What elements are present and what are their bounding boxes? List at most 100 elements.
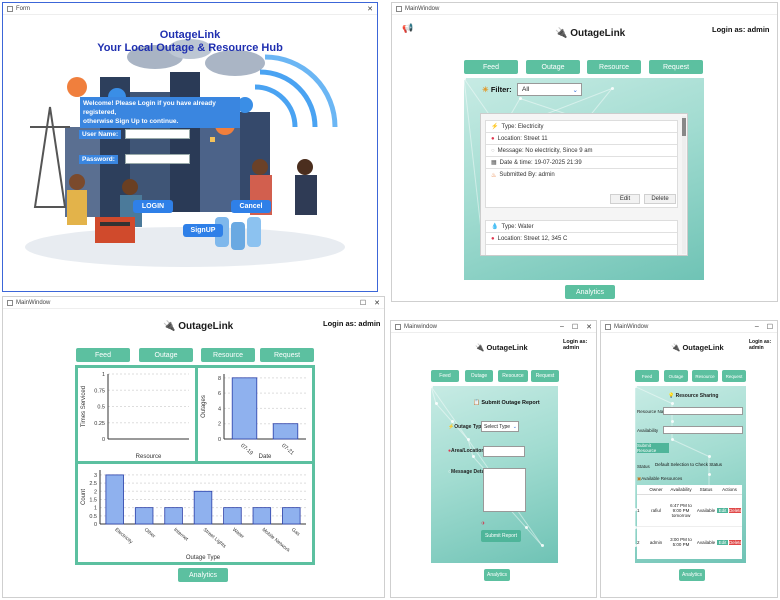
nav-feed-button[interactable]: Feed — [76, 348, 130, 362]
row-edit-button[interactable]: Edit — [717, 508, 728, 513]
signup-button[interactable]: SignUP — [183, 224, 223, 237]
nav-outage-button[interactable]: Outage — [465, 370, 493, 382]
status-select[interactable]: Default Selection to Check Status — [655, 462, 737, 470]
analytics-button[interactable]: Analytics — [178, 568, 228, 582]
nav-resource-button[interactable]: Resource — [692, 370, 718, 382]
username-input[interactable] — [125, 129, 190, 139]
chevron-down-icon: ⌄ — [512, 423, 517, 430]
bar — [134, 507, 154, 525]
plug-icon: 🔌 — [671, 343, 681, 352]
network-node — [611, 87, 614, 90]
app-name: 🔌 OutageLink — [555, 28, 625, 39]
y-tick-label: 2 — [94, 489, 97, 495]
network-node — [472, 455, 475, 458]
bar — [282, 507, 301, 525]
nav-feed-button[interactable]: Feed — [635, 370, 659, 382]
close-icon[interactable]: ✕ — [367, 5, 373, 13]
minimize-icon[interactable]: – — [755, 323, 759, 330]
app-name-text: OutageLink — [486, 343, 528, 352]
analytics-button[interactable]: Analytics — [565, 285, 615, 299]
table-row[interactable]: 2 admin 3:00 PM to 5:00 PM Available Edi… — [637, 527, 742, 557]
nav-outage-button[interactable]: Outage — [526, 60, 580, 74]
outage-type-select-value: Select Type — [484, 423, 511, 430]
illustration-svg — [25, 39, 345, 267]
edit-button[interactable]: Edit — [610, 194, 640, 204]
nav-request-button[interactable]: Request — [722, 370, 746, 382]
nav-request-button[interactable]: Request — [260, 348, 314, 362]
row-delete-button[interactable]: Delete — [729, 508, 742, 513]
nav-feed-button[interactable]: Feed — [431, 370, 459, 382]
scrollbar[interactable] — [682, 116, 686, 254]
analytics-button[interactable]: Analytics — [679, 569, 705, 581]
analytics-button[interactable]: Analytics — [484, 569, 510, 581]
submit-report-button[interactable]: Submit Report — [481, 530, 521, 542]
maximize-icon[interactable]: ☐ — [360, 299, 366, 307]
row-delete-button[interactable]: Delete — [729, 539, 742, 545]
table-row[interactable]: 1 rafiul 6:47 PM to 9:00 PM tomorrow Ava… — [637, 495, 742, 527]
app-name-text: OutageLink — [178, 321, 234, 332]
available-resources-text: Available Resources — [641, 476, 683, 481]
welcome-message: Welcome! Please Login if you have alread… — [80, 97, 240, 128]
post-card: ⚡ Type: Electricity ● Location: Street 11 … — [485, 120, 678, 208]
filter-select[interactable]: All ⌄ — [517, 83, 582, 96]
nav-outage-button[interactable]: Outage — [664, 370, 688, 382]
x-tick-label: 07-21 — [280, 443, 295, 457]
network-line — [525, 527, 543, 546]
row-index: 1 — [637, 508, 640, 513]
post-submitted-text: Submitted By: admin — [499, 172, 555, 178]
availability-input[interactable] — [663, 426, 743, 434]
table-header-actions: Actions — [722, 487, 737, 492]
clipboard-icon: 📋 — [473, 400, 480, 406]
post-message-text: Message: No electricity, Since 9 am — [497, 147, 593, 154]
nav-resource-button[interactable]: Resource — [201, 348, 255, 362]
submit-resource-button[interactable]: Submit Resource — [637, 443, 669, 453]
y-tick-label: 4 — [218, 406, 221, 412]
nav-request-button[interactable]: Request — [531, 370, 559, 382]
feed-titlebar: MainWindow — [392, 3, 777, 15]
area-input[interactable] — [483, 446, 525, 457]
post-type-text: Type: Water — [501, 223, 534, 230]
minimize-icon[interactable]: – — [560, 323, 564, 330]
network-node — [708, 473, 711, 476]
resource-header: 💡 Resource Sharing — [668, 393, 718, 399]
cancel-button[interactable]: Cancel — [231, 200, 271, 213]
outage-type-select[interactable]: Select Type ⌄ — [481, 421, 519, 432]
table-header-row: Owner Availability Status Actions — [637, 485, 742, 495]
plug-icon: 🔌 — [475, 343, 485, 352]
nav-resource-button[interactable]: Resource — [587, 60, 641, 74]
feed-scroll-area[interactable]: ⚡ Type: Electricity ● Location: Street 11 … — [480, 113, 688, 256]
y-axis-label: Count — [81, 489, 87, 505]
megaphone-icon[interactable]: 📢 — [402, 23, 413, 34]
message-textarea[interactable] — [483, 468, 526, 512]
y-tick-label: 2 — [218, 422, 221, 428]
bar — [252, 507, 272, 525]
submit-window: Mainwindow – ☐ ✕ 🔌 OutageLink Login as: … — [390, 320, 597, 598]
nav-outage-button[interactable]: Outage — [139, 348, 193, 362]
resource-name-input[interactable] — [663, 407, 743, 415]
scrollbar-thumb[interactable] — [682, 118, 686, 136]
maximize-icon[interactable]: ☐ — [767, 323, 773, 331]
filter-label: Filter: — [490, 85, 512, 94]
close-icon[interactable]: ✕ — [586, 323, 592, 331]
login-button[interactable]: LOGIN — [133, 200, 173, 213]
available-resources-label: ▣Available Resources — [637, 476, 682, 482]
post-type: 💧 Type: Water — [486, 221, 677, 233]
nav-feed-button[interactable]: Feed — [464, 60, 518, 74]
chart-outage-type-count: 0 0.5 1 1.5 2 2.5 3 Electricity Other Internet Str… — [78, 464, 312, 562]
row-status: Available — [696, 539, 716, 545]
nav-resource-button[interactable]: Resource — [498, 370, 528, 382]
y-axis-label: Times Serviced — [81, 386, 87, 427]
password-input[interactable] — [125, 154, 190, 164]
x-tick-label: Mobile Network — [261, 527, 292, 554]
login-window: Form ✕ OutageLink Your Local Outage & Re… — [2, 2, 378, 292]
nav-request-button[interactable]: Request — [649, 60, 703, 74]
status-label: Status — [637, 464, 650, 469]
maximize-icon[interactable]: ☐ — [572, 323, 578, 331]
row-edit-button[interactable]: Edit — [717, 539, 728, 545]
x-tick-label: Gas — [290, 527, 301, 538]
y-tick-label: 6 — [218, 391, 221, 397]
y-tick-label: 8 — [218, 376, 221, 382]
post-type: ⚡ Type: Electricity — [486, 121, 677, 133]
close-icon[interactable]: ✕ — [374, 299, 380, 307]
delete-button[interactable]: Delete — [644, 194, 676, 204]
